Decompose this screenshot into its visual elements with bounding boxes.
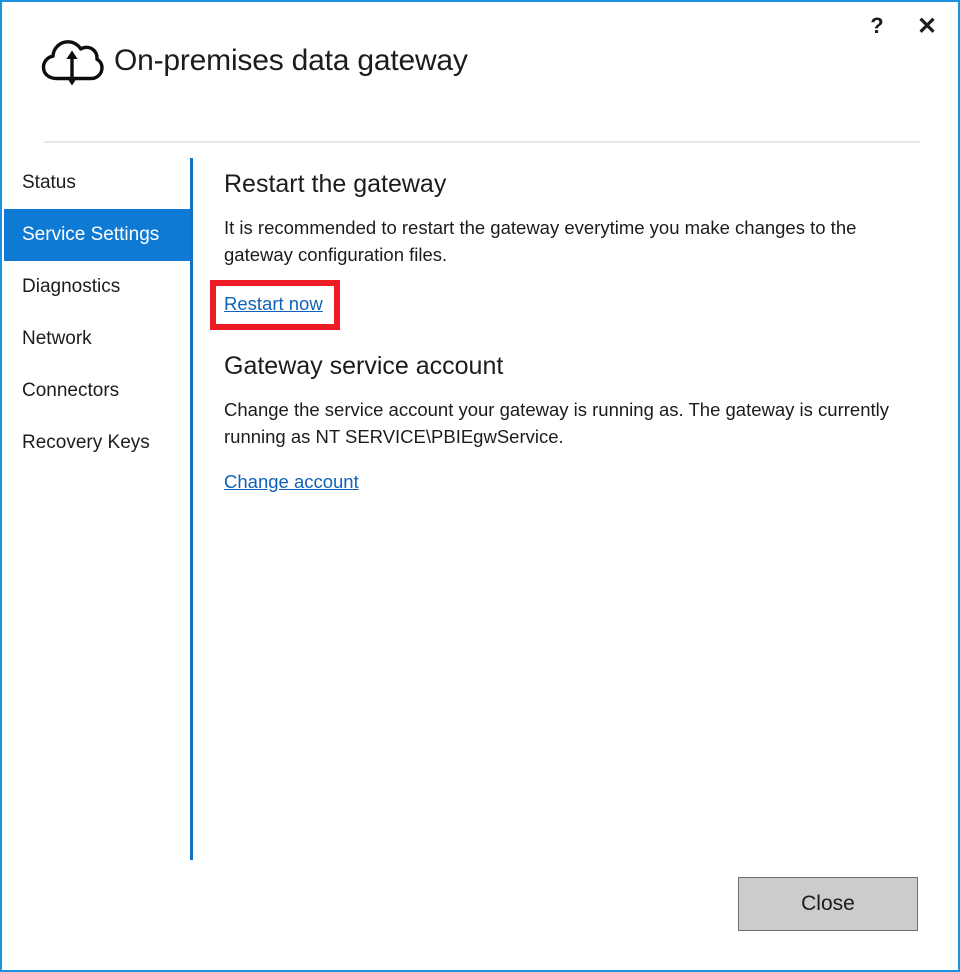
gateway-window: On-premises data gateway ? ✕ Status Serv… <box>0 0 960 972</box>
window-controls: ? ✕ <box>860 10 944 42</box>
restart-now-wrapper: Restart now <box>224 286 924 318</box>
sidebar-item-recovery-keys[interactable]: Recovery Keys <box>4 417 192 469</box>
app-identity: On-premises data gateway <box>40 34 468 88</box>
cloud-sync-icon <box>40 34 104 88</box>
restart-gateway-section: Restart the gateway It is recommended to… <box>224 168 924 318</box>
change-account-link[interactable]: Change account <box>224 470 359 494</box>
gateway-service-account-heading: Gateway service account <box>224 350 924 382</box>
title-bar: On-premises data gateway ? ✕ <box>2 2 958 132</box>
restart-gateway-description: It is recommended to restart the gateway… <box>224 214 919 268</box>
sidebar-item-service-settings[interactable]: Service Settings <box>4 209 192 261</box>
sidebar-item-diagnostics[interactable]: Diagnostics <box>4 261 192 313</box>
sidebar-item-network[interactable]: Network <box>4 313 192 365</box>
main-content: Restart the gateway It is recommended to… <box>224 168 924 494</box>
sidebar-item-connectors[interactable]: Connectors <box>4 365 192 417</box>
sidebar-nav: Status Service Settings Diagnostics Netw… <box>4 157 192 469</box>
close-window-button[interactable]: ✕ <box>910 10 944 42</box>
sidebar-item-status[interactable]: Status <box>4 157 192 209</box>
close-button[interactable]: Close <box>738 877 918 931</box>
sidebar-separator <box>190 158 193 860</box>
restart-gateway-heading: Restart the gateway <box>224 168 924 200</box>
restart-now-link[interactable]: Restart now <box>224 292 323 316</box>
header-divider <box>44 141 920 143</box>
gateway-service-account-section: Gateway service account Change the servi… <box>224 350 924 494</box>
page-title: On-premises data gateway <box>114 44 468 78</box>
gateway-service-account-description: Change the service account your gateway … <box>224 396 919 450</box>
help-button[interactable]: ? <box>860 10 894 42</box>
